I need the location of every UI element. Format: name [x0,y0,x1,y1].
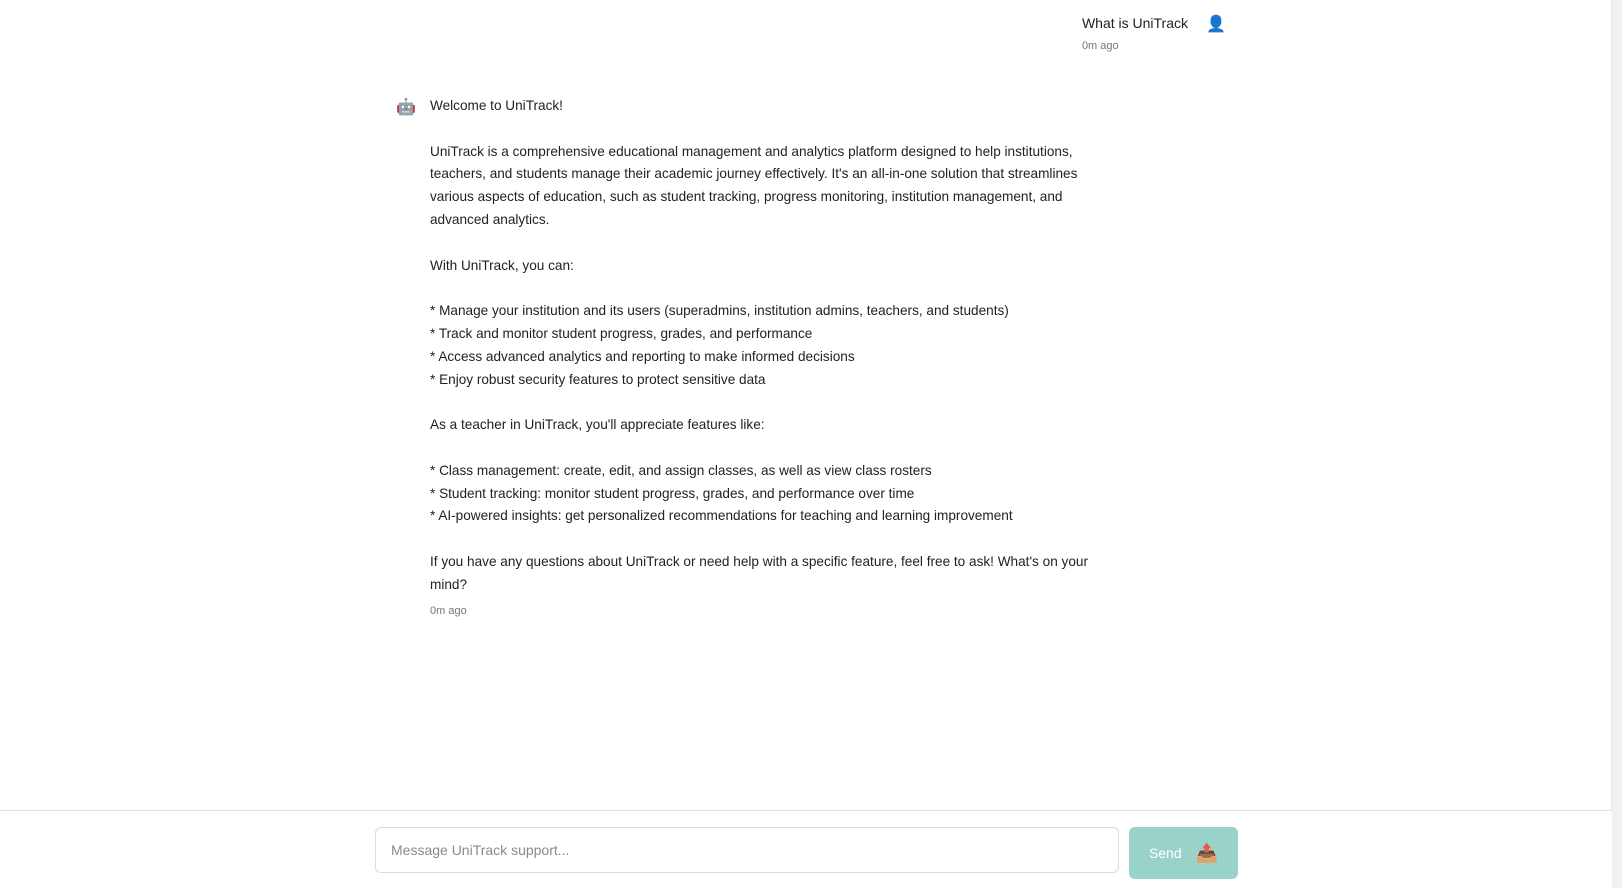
user-message-text: What is UniTrack [1081,15,1188,31]
user-message-timestamp: 0m ago [1081,40,1119,52]
send-button[interactable]: Send 📤 [1129,827,1238,879]
user-icon: 👤 [1206,16,1226,33]
assistant-message-timestamp: 0m ago [430,604,467,617]
assistant-message-text: Welcome to UniTrack! UniTrack is a compr… [430,98,1088,592]
message-list[interactable]: What is UniTrack 0m ago 👤 🤖 Welcome to U… [0,0,1612,810]
assistant-message: 🤖 Welcome to UniTrack! UniTrack is a com… [394,95,1090,617]
chat-app: What is UniTrack 0m ago 👤 🤖 Welcome to U… [0,0,1622,888]
message-composer: Send 📤 [0,810,1612,888]
assistant-message-body: Welcome to UniTrack! UniTrack is a compr… [430,95,1090,617]
user-message-body: What is UniTrack 0m ago [1082,12,1188,52]
send-button-label: Send [1148,845,1182,861]
robot-icon: 🤖 [396,99,416,116]
outbox-tray-icon: 📤 [1195,842,1219,863]
user-message: What is UniTrack 0m ago 👤 [1082,12,1228,52]
scrollbar[interactable] [1611,0,1622,888]
message-input[interactable] [375,827,1119,873]
